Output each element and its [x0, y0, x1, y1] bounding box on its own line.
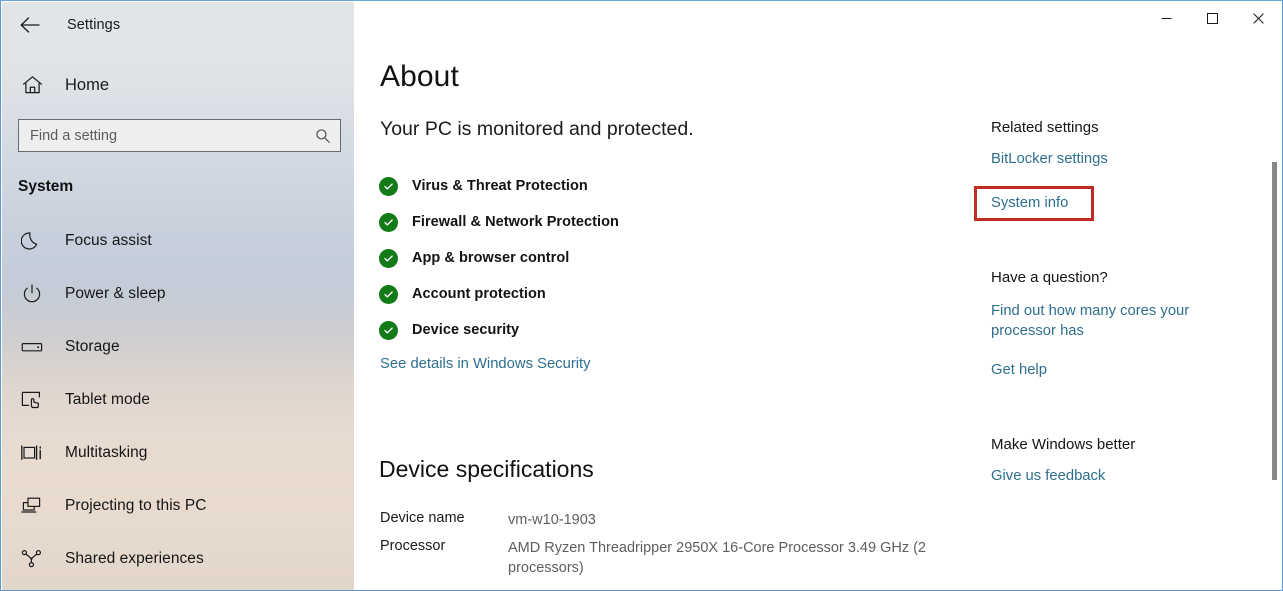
check-circle-icon	[379, 285, 398, 304]
sidebar-nav-list: Focus assist Power & sleep	[2, 214, 354, 585]
scrollbar-thumb[interactable]	[1272, 162, 1277, 480]
get-help-link[interactable]: Get help	[991, 361, 1047, 381]
back-arrow-icon[interactable]	[7, 3, 53, 47]
check-circle-icon	[379, 213, 398, 232]
app-title: Settings	[67, 17, 120, 33]
search-box[interactable]	[18, 119, 341, 152]
spec-value: AMD Ryzen Threadripper 2950X 16-Core Pro…	[508, 538, 940, 579]
main-content: About Your PC is monitored and protected…	[354, 2, 1283, 591]
device-specifications-table: Device name vm-w10-1903 Processor AMD Ry…	[380, 510, 940, 586]
sidebar-item-shared-experiences[interactable]: Shared experiences	[2, 532, 354, 585]
sidebar-home-label: Home	[65, 76, 109, 95]
have-a-question-heading: Have a question?	[991, 269, 1108, 286]
sidebar-item-storage[interactable]: Storage	[2, 320, 354, 373]
sidebar-item-label: Tablet mode	[65, 391, 150, 409]
sidebar-item-focus-assist[interactable]: Focus assist	[2, 214, 354, 267]
check-circle-icon	[379, 249, 398, 268]
list-item: Firewall & Network Protection	[379, 204, 619, 240]
sidebar-item-label: Shared experiences	[65, 550, 204, 568]
sidebar-item-label: Power & sleep	[65, 285, 166, 303]
sidebar-item-tablet-mode[interactable]: Tablet mode	[2, 373, 354, 426]
security-item-label: Firewall & Network Protection	[412, 214, 619, 230]
system-info-highlight-box: System info	[974, 186, 1094, 221]
sidebar-item-projecting-to-this-pc[interactable]: Projecting to this PC	[2, 479, 354, 532]
related-settings-heading: Related settings	[991, 119, 1099, 136]
table-row: Processor AMD Ryzen Threadripper 2950X 1…	[380, 538, 940, 579]
titlebar-left: Settings	[2, 2, 354, 48]
sidebar-item-power-sleep[interactable]: Power & sleep	[2, 267, 354, 320]
sidebar-item-label: Projecting to this PC	[65, 497, 206, 515]
security-status-list: Virus & Threat Protection Firewall & Net…	[379, 168, 619, 348]
power-icon	[17, 279, 47, 309]
spec-value: vm-w10-1903	[508, 510, 596, 531]
window-controls	[1143, 2, 1281, 34]
make-windows-better-heading: Make Windows better	[991, 436, 1135, 453]
security-item-label: Virus & Threat Protection	[412, 178, 588, 194]
sidebar-item-multitasking[interactable]: Multitasking	[2, 426, 354, 479]
maximize-icon[interactable]	[1189, 2, 1235, 34]
protection-status-text: Your PC is monitored and protected.	[380, 118, 694, 141]
page-title: About	[380, 60, 459, 94]
moon-icon	[17, 226, 47, 256]
check-circle-icon	[379, 177, 398, 196]
check-circle-icon	[379, 321, 398, 340]
sidebar-section-header: System	[18, 178, 73, 196]
search-icon[interactable]	[315, 128, 331, 144]
list-item: Virus & Threat Protection	[379, 168, 619, 204]
multitasking-icon	[17, 438, 47, 468]
security-item-label: Device security	[412, 322, 519, 338]
see-details-windows-security-link[interactable]: See details in Windows Security	[380, 356, 591, 372]
projecting-icon	[17, 491, 47, 521]
list-item: Account protection	[379, 276, 619, 312]
tablet-hand-icon	[17, 385, 47, 415]
minimize-icon[interactable]	[1143, 2, 1189, 34]
system-info-link[interactable]: System info	[991, 194, 1068, 214]
vertical-scrollbar[interactable]	[1266, 35, 1282, 591]
bitlocker-settings-link[interactable]: BitLocker settings	[991, 150, 1108, 170]
drive-icon	[17, 332, 47, 362]
sidebar: Settings Home	[2, 2, 354, 591]
shared-experiences-icon	[17, 544, 47, 574]
sidebar-item-label: Focus assist	[65, 232, 152, 250]
sidebar-item-home[interactable]: Home	[2, 68, 354, 102]
table-row: Device name vm-w10-1903	[380, 510, 940, 531]
list-item: Device security	[379, 312, 619, 348]
list-item: App & browser control	[379, 240, 619, 276]
search-input[interactable]	[19, 120, 340, 151]
device-specifications-heading: Device specifications	[379, 456, 594, 483]
settings-window: Settings Home	[0, 0, 1283, 591]
security-item-label: App & browser control	[412, 250, 569, 266]
spec-key: Device name	[380, 510, 508, 531]
search-container	[18, 119, 341, 152]
give-us-feedback-link[interactable]: Give us feedback	[991, 467, 1105, 487]
security-item-label: Account protection	[412, 286, 546, 302]
sidebar-item-label: Storage	[65, 338, 120, 356]
find-cores-link[interactable]: Find out how many cores your processor h…	[991, 302, 1216, 341]
sidebar-item-label: Multitasking	[65, 444, 147, 462]
close-icon[interactable]	[1235, 2, 1281, 34]
home-icon	[18, 71, 46, 99]
spec-key: Processor	[380, 538, 508, 579]
